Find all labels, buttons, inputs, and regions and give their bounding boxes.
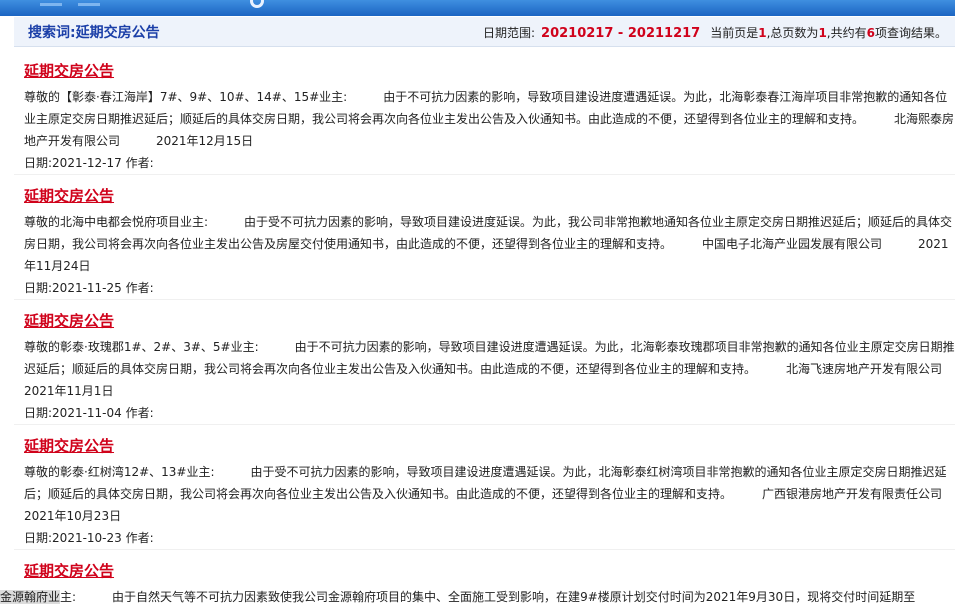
date-label: 日期: <box>24 156 53 170</box>
author-label: 作者: <box>125 156 154 170</box>
search-result: 延期交房公告 尊敬的彰泰·红树湾12#、13#业主: 由于受不可抗力因素的影响，… <box>14 424 955 549</box>
banner-decoration <box>40 3 62 6</box>
results-suffix: 项查询结果。 <box>874 26 947 40</box>
divider <box>14 174 955 175</box>
author-label: 作者: <box>125 531 154 545</box>
result-title-link[interactable]: 延期交房公告 <box>24 561 955 581</box>
search-term: 搜索词:延期交房公告 <box>28 25 160 41</box>
result-summary: 尊敬的【彰泰·春江海岸】7#、9#、10#、14#、15#业主: 由于不可抗力因… <box>24 90 955 148</box>
result-summary: 尊敬的彰泰·玫瑰郡1#、2#、3#、5#业主: 由于不可抗力因素的影响，导致项目… <box>24 340 955 398</box>
author-label: 作者: <box>125 281 154 295</box>
result-summary: 金源翰府业主: 由于自然天气等不可抗力因素致使我公司金源翰府项目的集中、全面施工… <box>0 586 955 608</box>
date-label: 日期: <box>24 406 53 420</box>
divider <box>14 299 955 300</box>
date-separator: - <box>613 26 628 41</box>
result-meta: 日期:2021-11-25 作者: <box>24 277 955 299</box>
search-result: 延期交房公告 尊敬的彰泰·玫瑰郡1#、2#、3#、5#业主: 由于不可抗力因素的… <box>14 299 955 424</box>
divider <box>14 424 955 425</box>
top-banner <box>0 0 955 16</box>
result-title-link[interactable]: 延期交房公告 <box>24 311 955 331</box>
search-stats: 日期范围: 20210217 - 20211217 当前页是1,总页数为1,共约有6… <box>483 24 947 41</box>
result-summary: 尊敬的彰泰·红树湾12#、13#业主: 由于受不可抗力因素的影响，导致项目建设进… <box>24 465 955 523</box>
current-page-label: 当前页是 <box>710 26 759 40</box>
result-meta: 日期:2021-10-23 作者: <box>24 527 955 549</box>
result-date: 2021-11-04 <box>52 406 122 420</box>
total-pages: 1 <box>818 26 827 40</box>
results-label: ,共约有 <box>826 26 867 40</box>
date-label: 日期: <box>24 281 53 295</box>
current-page: 1 <box>758 26 767 40</box>
results-count: 6 <box>866 26 875 40</box>
result-meta: 日期:2021-12-17 作者: <box>24 152 955 174</box>
search-info-bar: 搜索词:延期交房公告 日期范围: 20210217 - 20211217 当前页是1… <box>14 17 955 47</box>
result-date: 2021-12-17 <box>52 156 122 170</box>
author-label: 作者: <box>125 406 154 420</box>
result-title-link[interactable]: 延期交房公告 <box>24 186 955 206</box>
search-result: 延期交房公告 金源翰府业主: 由于自然天气等不可抗力因素致使我公司金源翰府项目的… <box>0 549 955 608</box>
result-date: 2021-11-25 <box>52 281 122 295</box>
banner-logo-icon <box>250 0 264 8</box>
total-pages-label: ,总页数为 <box>766 26 819 40</box>
result-title-link[interactable]: 延期交房公告 <box>24 61 955 81</box>
result-date: 2021-10-23 <box>52 531 122 545</box>
date-range-label: 日期范围: <box>482 26 536 40</box>
search-result: 延期交房公告 尊敬的【彰泰·春江海岸】7#、9#、10#、14#、15#业主: … <box>24 61 955 174</box>
result-summary: 尊敬的北海中电都会悦府项目业主: 由于受不可抗力因素的影响，导致项目建设进度延误… <box>24 215 953 273</box>
date-label: 日期: <box>24 531 53 545</box>
date-from: 20210217 <box>541 26 614 41</box>
search-result: 延期交房公告 尊敬的北海中电都会悦府项目业主: 由于受不可抗力因素的影响，导致项… <box>14 174 955 299</box>
banner-decoration <box>78 3 100 6</box>
date-to: 20211217 <box>627 26 701 41</box>
divider <box>14 549 955 550</box>
result-title-link[interactable]: 延期交房公告 <box>24 436 955 456</box>
result-meta: 日期:2021-11-04 作者: <box>24 402 955 424</box>
result-summary-text: 主: 由于自然天气等不可抗力因素致使我公司金源翰府项目的集中、全面施工受到影响，… <box>60 590 916 604</box>
result-summary-highlight: 金源翰府业 <box>0 590 61 604</box>
